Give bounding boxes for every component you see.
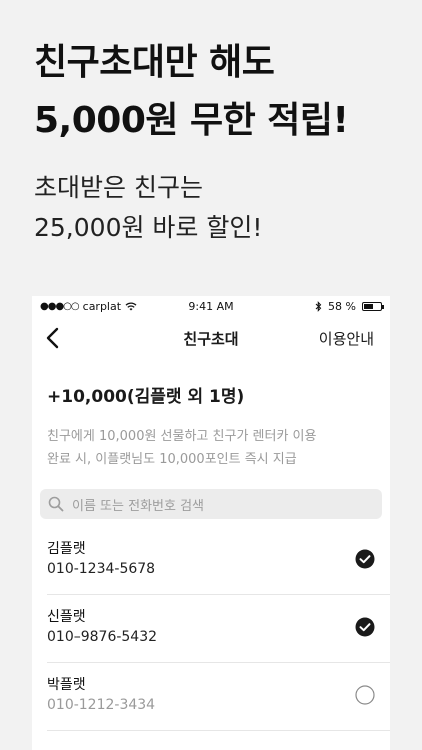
friend-phone: 010–9876-5432 bbox=[47, 629, 158, 645]
status-bar: ●●●○○ carplat 9:41 AM 58 % bbox=[32, 296, 390, 318]
reward-description: 친구에게 10,000원 선물하고 친구가 렌터카 이용 완료 시, 이플랫님도… bbox=[47, 425, 375, 471]
promo-headline: 친구초대만 해도 5,000원 무한 적립! bbox=[34, 34, 349, 150]
promo-section: 친구초대만 해도 5,000원 무한 적립! 초대받은 친구는 25,000원 … bbox=[34, 34, 349, 248]
phone-screen: ●●●○○ carplat 9:41 AM 58 % 친구초대 이용안내 +10… bbox=[32, 296, 390, 750]
promo-subline-line-1: 초대받은 친구는 bbox=[34, 173, 203, 202]
search-placeholder: 이름 또는 전화번호 검색 bbox=[72, 498, 204, 514]
promo-subline: 초대받은 친구는 25,000원 바로 할인! bbox=[34, 168, 348, 248]
friend-row[interactable]: 박플랫 010-1212-3434 bbox=[47, 663, 390, 731]
battery-percent: 58 % bbox=[328, 300, 356, 313]
search-icon bbox=[48, 496, 64, 512]
friend-name: 신플랫 bbox=[47, 609, 86, 625]
status-right: 58 % bbox=[315, 300, 384, 313]
check-circle-icon[interactable] bbox=[355, 617, 375, 637]
reward-total: +10,000(김플랫 외 1명) bbox=[47, 387, 245, 407]
battery-level bbox=[364, 304, 374, 309]
friend-name: 김플랫 bbox=[47, 541, 86, 557]
battery-icon bbox=[362, 302, 384, 311]
section-divider bbox=[32, 519, 390, 527]
promo-headline-line-2: 5,000원 무한 적립! bbox=[34, 100, 349, 141]
friend-row[interactable]: 신플랫 010–9876-5432 bbox=[47, 595, 390, 663]
nav-bar: 친구초대 이용안내 bbox=[32, 318, 390, 358]
friend-row[interactable]: 김플랫 010-1234-5678 bbox=[47, 527, 390, 595]
reward-description-line-1: 친구에게 10,000원 선물하고 친구가 렌터카 이용 bbox=[47, 429, 317, 444]
search-input[interactable]: 이름 또는 전화번호 검색 bbox=[40, 489, 382, 519]
friend-phone: 010-1212-3434 bbox=[47, 697, 156, 713]
reward-description-line-2: 완료 시, 이플랫님도 10,000포인트 즉시 지급 bbox=[47, 452, 297, 467]
promo-subline-line-2: 25,000원 바로 할인! bbox=[34, 213, 263, 242]
friend-name: 박플랫 bbox=[47, 677, 86, 693]
guide-button[interactable]: 이용안내 bbox=[319, 328, 374, 349]
reward-summary: +10,000(김플랫 외 1명) 친구에게 10,000원 선물하고 친구가 … bbox=[32, 358, 390, 471]
friend-phone: 010-1234-5678 bbox=[47, 561, 156, 577]
promo-headline-line-1: 친구초대만 해도 bbox=[34, 42, 275, 83]
empty-circle-icon[interactable] bbox=[355, 685, 375, 705]
bluetooth-icon bbox=[315, 301, 322, 312]
check-circle-icon[interactable] bbox=[355, 549, 375, 569]
